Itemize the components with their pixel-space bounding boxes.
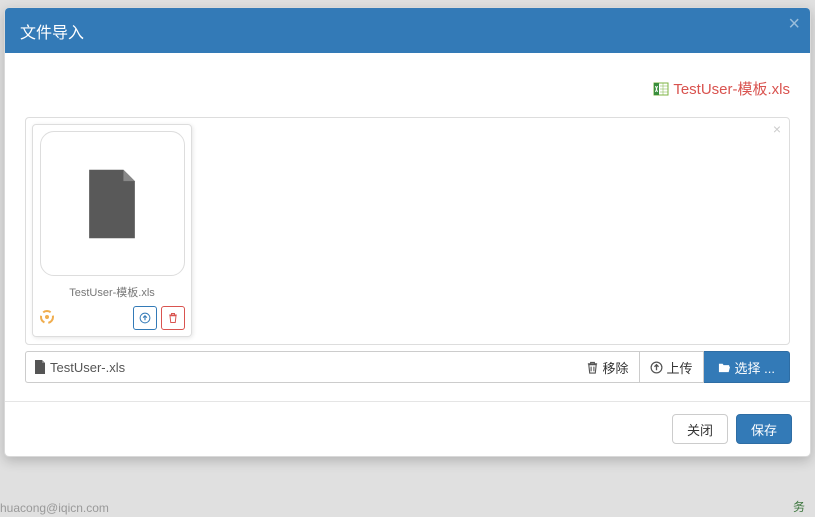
tile-actions bbox=[133, 306, 185, 330]
trash-icon bbox=[586, 361, 599, 374]
file-import-modal: 文件导入 × TestUser-模板.xls × bbox=[4, 7, 811, 457]
select-file-button[interactable]: 选择 ... bbox=[704, 351, 790, 383]
controls-row: TestUser-.xls 移除 上传 选择 ... bbox=[25, 351, 790, 383]
close-button[interactable]: 关闭 bbox=[672, 414, 728, 444]
filename-text: TestUser-.xls bbox=[50, 360, 125, 375]
file-tile: TestUser-模板.xls bbox=[32, 124, 192, 337]
template-download-link[interactable]: TestUser-模板.xls bbox=[673, 78, 790, 99]
save-button[interactable]: 保存 bbox=[736, 414, 792, 444]
modal-title: 文件导入 bbox=[20, 19, 84, 43]
remove-button-label: 移除 bbox=[603, 358, 629, 377]
template-download-row: TestUser-模板.xls bbox=[25, 68, 790, 117]
processing-icon bbox=[39, 309, 55, 328]
file-name-label: TestUser-模板.xls bbox=[69, 284, 155, 300]
excel-icon bbox=[653, 81, 669, 97]
upload-button[interactable]: 上传 bbox=[640, 351, 704, 383]
remove-button[interactable]: 移除 bbox=[576, 351, 640, 383]
select-button-label: 选择 ... bbox=[735, 358, 775, 377]
upload-button-label: 上传 bbox=[667, 358, 693, 377]
file-icon bbox=[34, 360, 46, 374]
background-text: huacong@iqicn.com bbox=[0, 501, 109, 515]
clear-dropzone-icon[interactable]: × bbox=[773, 122, 781, 136]
folder-open-icon bbox=[718, 361, 731, 374]
tile-footer bbox=[39, 306, 185, 330]
background-text-right: 务 bbox=[793, 498, 805, 515]
tile-upload-button[interactable] bbox=[133, 306, 157, 330]
modal-header: 文件导入 × bbox=[5, 8, 810, 53]
file-thumbnail bbox=[40, 131, 185, 276]
modal-footer: 关闭 保存 bbox=[5, 401, 810, 456]
file-dropzone[interactable]: × TestUser-模板.xls bbox=[25, 117, 790, 345]
tile-delete-button[interactable] bbox=[161, 306, 185, 330]
filename-display: TestUser-.xls bbox=[25, 351, 576, 383]
modal-body: TestUser-模板.xls × TestUser-模板.xls bbox=[5, 53, 810, 401]
control-button-group: 移除 上传 选择 ... bbox=[576, 351, 790, 383]
upload-icon bbox=[650, 361, 663, 374]
close-icon[interactable]: × bbox=[788, 14, 800, 34]
